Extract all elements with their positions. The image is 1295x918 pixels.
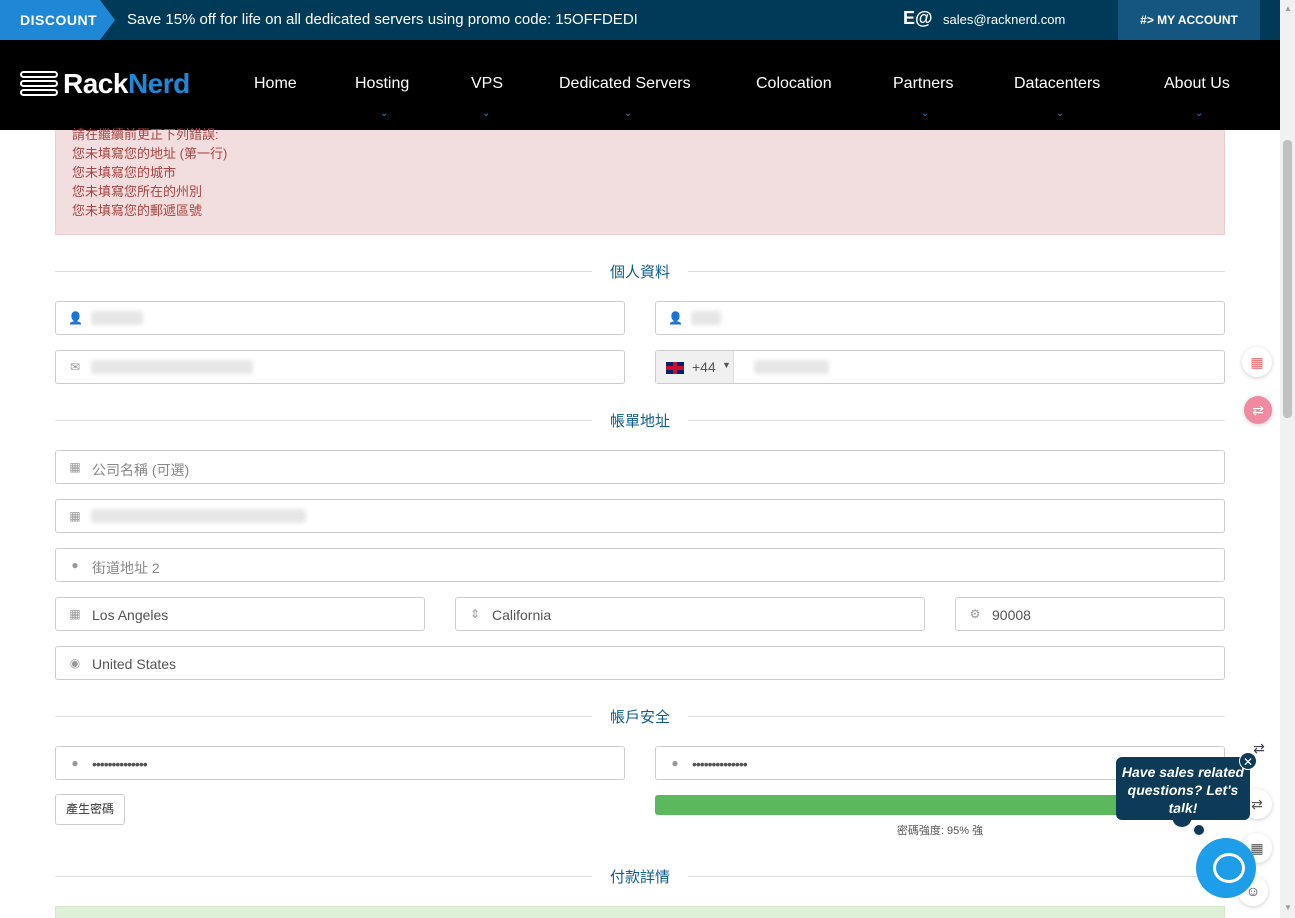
state-field[interactable]: ⇕ California bbox=[455, 597, 925, 631]
chevron-down-icon: ⌄ bbox=[380, 108, 389, 119]
redacted-value bbox=[91, 509, 306, 523]
last-name-field[interactable]: 👤 bbox=[655, 301, 1225, 335]
country-code-select[interactable]: +44 ▼ bbox=[656, 351, 734, 383]
nav-hosting[interactable]: Hosting bbox=[355, 75, 409, 93]
error-item: 您未填寫您的郵遞區號 bbox=[72, 203, 203, 218]
nav-partners[interactable]: Partners bbox=[893, 75, 953, 93]
nav-dedicated-servers[interactable]: Dedicated Servers bbox=[559, 75, 691, 93]
main-nav: RackNerd Home Hosting ⌄ VPS ⌄ Dedicated … bbox=[0, 40, 1280, 130]
nav-datacenters[interactable]: Datacenters bbox=[1014, 75, 1100, 93]
envelope-icon: ✉ bbox=[69, 360, 81, 374]
first-name-field[interactable]: 👤 bbox=[55, 301, 625, 335]
section-account-security: 帳戶安全 bbox=[55, 706, 1225, 726]
zip-field[interactable]: ⚙ 90008 bbox=[955, 597, 1225, 631]
user-icon: 👤 bbox=[668, 311, 683, 325]
building-icon: ▦ bbox=[69, 509, 81, 523]
email-field[interactable]: ✉ bbox=[55, 350, 625, 384]
city-field[interactable]: ▦ Los Angeles bbox=[55, 597, 425, 631]
country-select[interactable]: ◉ United States bbox=[55, 646, 1225, 680]
user-icon: 👤 bbox=[68, 311, 83, 325]
city-value: Los Angeles bbox=[92, 607, 169, 623]
discount-tag: DISCOUNT bbox=[0, 0, 115, 40]
company-name-field[interactable]: ▦ 公司名稱 (可選) bbox=[55, 450, 1225, 484]
logo-text: RackNerd bbox=[63, 68, 190, 99]
redacted-value bbox=[91, 360, 253, 374]
sales-email-link[interactable]: sales@racknerd.com bbox=[943, 12, 1065, 27]
lock-icon: ● bbox=[671, 756, 679, 770]
page-scrollbar[interactable]: ▲ ▼ bbox=[1280, 0, 1295, 918]
promo-message: Save 15% off for life on all dedicated s… bbox=[127, 11, 638, 28]
building-icon: ▦ bbox=[69, 460, 81, 474]
map-marker-icon: ● bbox=[71, 558, 79, 572]
chevron-down-icon: ⌄ bbox=[1056, 108, 1065, 119]
section-personal-info: 個人資料 bbox=[55, 261, 1225, 281]
company-placeholder: 公司名稱 (可選) bbox=[92, 462, 190, 478]
nav-vps[interactable]: VPS bbox=[471, 75, 503, 93]
zip-value: 90008 bbox=[992, 607, 1031, 623]
payment-info-box bbox=[55, 906, 1225, 918]
redacted-value bbox=[691, 311, 721, 325]
translate-icon[interactable]: ⇄ bbox=[1244, 396, 1272, 424]
state-value: California bbox=[492, 607, 552, 623]
chat-launcher-button[interactable] bbox=[1196, 838, 1256, 898]
apps-icon[interactable]: ▦ bbox=[1242, 347, 1272, 377]
password-strength-label: 密碼強度: 95% 強 bbox=[896, 825, 984, 837]
street-address-field[interactable]: ▦ bbox=[55, 499, 1225, 533]
error-item: 您未填寫您所在的州別 bbox=[72, 184, 203, 199]
chevron-down-icon: ⌄ bbox=[921, 108, 930, 119]
cog-icon: ⚙ bbox=[969, 607, 981, 621]
chevron-down-icon: ⌄ bbox=[1195, 108, 1204, 119]
my-account-button[interactable]: #> MY ACCOUNT bbox=[1118, 0, 1260, 40]
password-mask: •••••••••••••• bbox=[92, 756, 148, 772]
chat-bubble-tail bbox=[1194, 825, 1204, 835]
error-alert: 請在繼續前更正下列錯誤: 您未填寫您的地址 (第一行) 您未填寫您的城市 您未填… bbox=[55, 127, 1225, 235]
error-heading: 請在繼續前更正下列錯誤: bbox=[72, 127, 219, 142]
nav-about-us[interactable]: About Us bbox=[1164, 75, 1230, 93]
confirm-password-mask: •••••••••••••• bbox=[692, 756, 748, 772]
uk-flag-icon bbox=[666, 362, 684, 374]
error-item: 您未填寫您的城市 bbox=[72, 165, 177, 180]
phone-code: +44 bbox=[692, 359, 716, 375]
email-icon: E@ bbox=[903, 8, 933, 28]
error-item: 您未填寫您的地址 (第一行) bbox=[72, 146, 228, 161]
promo-bar: DISCOUNT Save 15% off for life on all de… bbox=[0, 0, 1280, 40]
street-address-2-field[interactable]: ● 街道地址 2 bbox=[55, 548, 1225, 582]
globe-icon: ◉ bbox=[69, 656, 81, 670]
logo-server-icon bbox=[20, 71, 58, 97]
chevron-down-icon: ⌄ bbox=[624, 108, 633, 119]
signpost-icon: ⇕ bbox=[469, 607, 481, 621]
scroll-down-icon[interactable]: ▼ bbox=[1284, 903, 1292, 912]
close-icon[interactable]: ✕ bbox=[1239, 752, 1257, 770]
racknerd-logo[interactable]: RackNerd bbox=[20, 68, 190, 100]
building-icon: ▦ bbox=[69, 607, 81, 621]
nav-home[interactable]: Home bbox=[254, 75, 297, 93]
chevron-down-icon: ⌄ bbox=[482, 108, 491, 119]
redacted-value bbox=[754, 360, 829, 374]
scrollbar-thumb[interactable] bbox=[1283, 140, 1292, 418]
section-payment-details: 付款詳情 bbox=[55, 866, 1225, 886]
phone-field[interactable]: +44 ▼ bbox=[655, 350, 1225, 384]
generate-password-button[interactable]: 產生密碼 bbox=[55, 794, 125, 825]
password-field[interactable]: ● •••••••••••••• bbox=[55, 746, 625, 780]
lock-icon: ● bbox=[71, 756, 79, 770]
section-billing-address: 帳單地址 bbox=[55, 410, 1225, 430]
scroll-up-icon[interactable]: ▲ bbox=[1284, 4, 1292, 13]
country-value: United States bbox=[92, 656, 177, 672]
chat-prompt-bubble[interactable]: Have sales related questions? Let's talk… bbox=[1116, 757, 1250, 820]
caret-down-icon: ▼ bbox=[722, 360, 731, 370]
chat-bubble-tail bbox=[1173, 812, 1191, 827]
street2-placeholder: 街道地址 2 bbox=[92, 560, 160, 576]
nav-colocation[interactable]: Colocation bbox=[756, 75, 832, 93]
redacted-value bbox=[91, 311, 143, 325]
